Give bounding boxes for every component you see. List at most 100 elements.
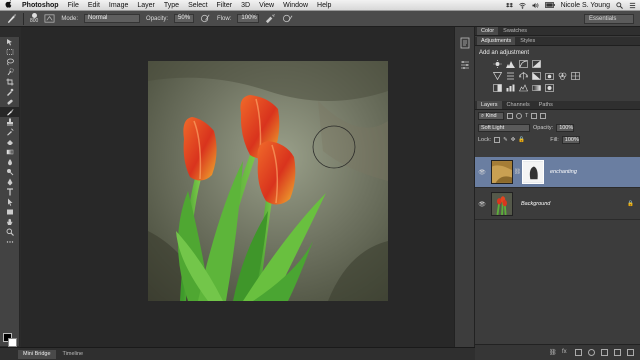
menu-file[interactable]: File [68,2,79,9]
menu-select[interactable]: Select [188,2,207,9]
user-name[interactable]: Nicole S. Young [561,2,610,9]
blend-mode-select[interactable]: Soft Light [478,124,530,132]
airbrush-icon[interactable] [265,13,276,24]
eyedropper-tool[interactable] [0,87,20,97]
selective-color-icon[interactable] [545,84,554,92]
color-balance-icon[interactable] [518,72,529,80]
menu-3d[interactable]: 3D [241,2,250,9]
mode-select[interactable]: Normal [84,14,141,23]
document-image[interactable] [148,61,388,301]
pressure-opacity-icon[interactable] [200,13,211,24]
shape-tool[interactable] [0,207,20,217]
add-mask-icon[interactable] [575,349,582,356]
crop-tool[interactable] [0,77,20,87]
invert-icon[interactable] [493,84,502,92]
properties-panel-icon[interactable] [459,59,471,71]
zoom-tool[interactable] [0,227,20,237]
fill-input[interactable]: 100% [561,136,580,144]
threshold-icon[interactable] [519,84,528,92]
shape-filter-icon[interactable] [531,113,538,119]
menu-type[interactable]: Type [164,2,179,9]
layer-row-background[interactable]: 👁 Background 🔒 [475,189,640,220]
menu-view[interactable]: View [259,2,274,9]
lock-position-icon[interactable]: ✥ [511,137,516,143]
lock-all-icon[interactable]: 🔒 [518,137,525,143]
tab-styles[interactable]: Styles [516,37,539,45]
search-icon[interactable] [616,2,623,9]
lock-transparency-icon[interactable] [494,137,501,143]
volume-icon[interactable] [532,2,539,9]
layer-mask-thumbnail[interactable] [521,160,544,184]
layer-row-enchanting[interactable]: 👁 ⛓ enchanting [475,157,640,188]
workspace-switcher[interactable]: Essentials [584,14,634,24]
layer-name[interactable]: enchanting [550,169,577,175]
menu-edit[interactable]: Edit [88,2,100,9]
blur-tool[interactable] [0,157,20,167]
link-layers-icon[interactable]: ⛓ [549,349,557,356]
brush-size-picker[interactable]: 800 [30,13,38,24]
color-lookup-icon[interactable] [571,72,580,80]
channel-mixer-icon[interactable] [558,72,567,80]
gradient-tool[interactable] [0,147,20,157]
battery-icon[interactable] [544,2,555,9]
hue-saturation-icon[interactable] [506,72,515,80]
menu-filter[interactable]: Filter [217,2,233,9]
flow-input[interactable]: 100% [237,14,260,23]
tab-timeline[interactable]: Timeline [58,350,89,359]
new-group-icon[interactable] [601,349,608,356]
quick-selection-tool[interactable] [0,67,20,77]
pixel-filter-icon[interactable] [507,113,513,119]
link-icon[interactable]: ⛓ [514,169,521,175]
photo-filter-icon[interactable] [545,72,554,80]
background-color-swatch[interactable] [8,338,17,347]
tab-color[interactable]: Color [477,27,499,35]
apple-icon[interactable] [4,0,12,10]
adjustment-filter-icon[interactable] [516,113,522,119]
pressure-size-icon[interactable] [282,13,293,24]
menu-image[interactable]: Image [109,2,128,9]
posterize-icon[interactable] [506,84,515,92]
levels-icon[interactable] [506,60,515,68]
path-selection-tool[interactable] [0,197,20,207]
new-layer-icon[interactable] [614,349,621,356]
dropbox-icon[interactable] [505,2,513,9]
tab-layers[interactable]: Layers [477,101,502,109]
layer-style-icon[interactable]: fx [562,349,569,356]
brush-panel-icon[interactable] [44,13,55,24]
menu-window[interactable]: Window [283,2,308,9]
curves-icon[interactable] [519,60,528,68]
menu-layer[interactable]: Layer [137,2,155,9]
layer-name[interactable]: Background [521,201,550,207]
lock-pixels-icon[interactable]: ✎ [503,137,508,143]
type-tool[interactable] [0,187,20,197]
tab-mini-bridge[interactable]: Mini Bridge [18,349,56,359]
exposure-icon[interactable] [532,60,541,68]
marquee-tool[interactable] [0,47,20,57]
brush-tool[interactable] [0,107,20,117]
dodge-tool[interactable] [0,167,20,177]
brush-tool-preset-icon[interactable] [6,13,17,24]
wifi-icon[interactable] [518,2,526,9]
gradient-map-icon[interactable] [532,84,541,92]
tab-channels[interactable]: Channels [503,101,534,109]
brightness-contrast-icon[interactable] [493,60,502,68]
vibrance-icon[interactable] [492,72,503,81]
type-filter-icon[interactable]: T [525,113,528,119]
visibility-eye-icon[interactable]: 👁 [475,201,489,208]
black-white-icon[interactable] [532,72,541,80]
pen-tool[interactable] [0,177,20,187]
visibility-eye-icon[interactable]: 👁 [475,169,489,176]
clone-stamp-tool[interactable] [0,117,20,127]
hand-tool[interactable] [0,217,20,227]
history-brush-tool[interactable] [0,127,20,137]
move-tool[interactable] [0,37,20,47]
layer-opacity-input[interactable]: 100% [556,124,575,132]
delete-layer-icon[interactable] [627,349,634,356]
history-panel-icon[interactable] [459,37,471,49]
layer-lock-icon[interactable]: 🔒 [627,201,634,207]
smart-object-filter-icon[interactable] [540,113,547,119]
list-icon[interactable] [629,2,636,9]
eraser-tool[interactable] [0,137,20,147]
opacity-input[interactable]: 50% [174,14,195,23]
menu-help[interactable]: Help [317,2,331,9]
